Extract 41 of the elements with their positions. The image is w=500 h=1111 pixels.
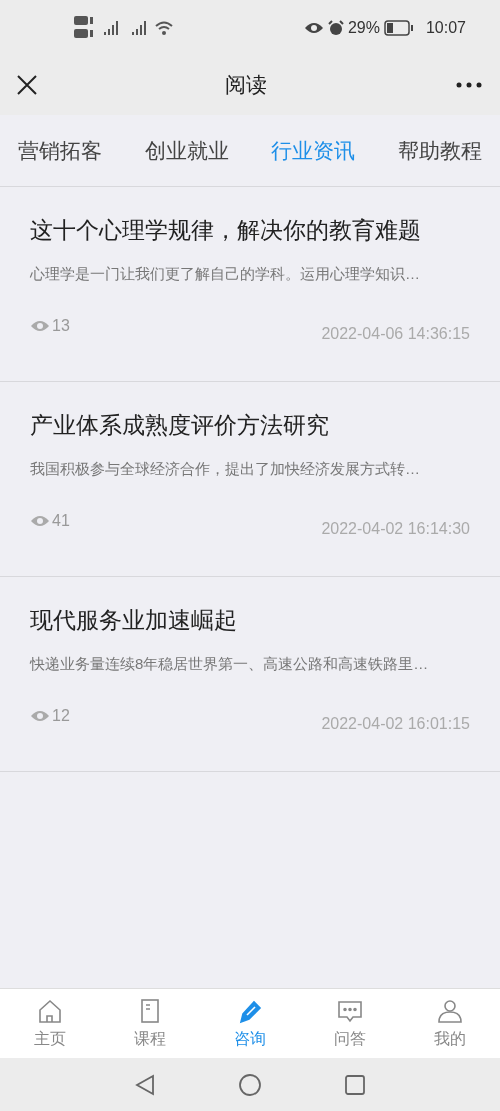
article-date: 2022-04-06 14:36:15 (321, 323, 470, 344)
article-summary: 我国积极参与全球经济合作，提出了加快经济发展方式转… (30, 459, 421, 479)
clock: 10:07 (425, 17, 466, 38)
category-tab[interactable]: 帮助教程 (397, 134, 482, 167)
article-date: 2022-04-02 16:01:15 (321, 713, 470, 734)
article-date: 2022-04-02 16:14:30 (321, 518, 470, 539)
nav-tab[interactable]: 问答 (300, 989, 400, 1058)
more-icon (456, 82, 482, 88)
article-title: 产业体系成熟度评价方法研究 (30, 411, 330, 440)
eye-icon (303, 20, 324, 35)
article-title: 这十个心理学规律，解决你的教育难题 (30, 216, 422, 245)
nav-tab[interactable]: 主页 (0, 989, 100, 1058)
nav-tab[interactable]: 咨询 (200, 989, 300, 1058)
nav-tab[interactable]: 我的 (400, 989, 500, 1058)
alarm-icon (327, 19, 344, 36)
close-icon (17, 75, 37, 95)
circle-icon (239, 1073, 261, 1096)
eye-icon (30, 513, 50, 528)
category-tab[interactable]: 营销拓客 (18, 134, 102, 167)
article-card[interactable]: 现代服务业加速崛起 快递业务量连续8年稳居世界第一、高速公路和高速铁路里… 12 2022-04-02 16:01:15 (0, 577, 500, 772)
view-count: 12 (52, 705, 70, 726)
recents-button[interactable] (345, 1074, 365, 1095)
square-icon (345, 1074, 365, 1095)
home-button[interactable] (239, 1073, 261, 1096)
article-summary: 心理学是一门让我们更了解自己的学科。运用心理学知识… (30, 264, 421, 284)
category-tab[interactable]: 创业就业 (144, 134, 229, 167)
view-count: 13 (52, 315, 70, 336)
close-button[interactable] (16, 74, 38, 96)
view-count: 41 (52, 510, 70, 531)
battery-icon (383, 19, 414, 36)
nav-tab[interactable]: 课程 (100, 989, 200, 1058)
page-title: 阅读 (225, 72, 267, 99)
eye-icon (30, 708, 50, 723)
back-icon (135, 1073, 155, 1096)
article-card[interactable]: 产业体系成熟度评价方法研究 我国积极参与全球经济合作，提出了加快经济发展方式转… 41 2022-04-02 16:14:30 (0, 382, 500, 577)
battery-percent: 29% (347, 17, 380, 38)
back-button[interactable] (135, 1073, 155, 1096)
eye-icon (30, 318, 50, 333)
article-title: 现代服务业加速崛起 (30, 606, 238, 635)
article-card[interactable]: 这十个心理学规律，解决你的教育难题 心理学是一门让我们更了解自己的学科。运用心理学知识… 13 2022-04-06 14:36:15 (0, 187, 500, 382)
article-summary: 快递业务量连续8年稳居世界第一、高速公路和高速铁路里… (30, 654, 430, 674)
